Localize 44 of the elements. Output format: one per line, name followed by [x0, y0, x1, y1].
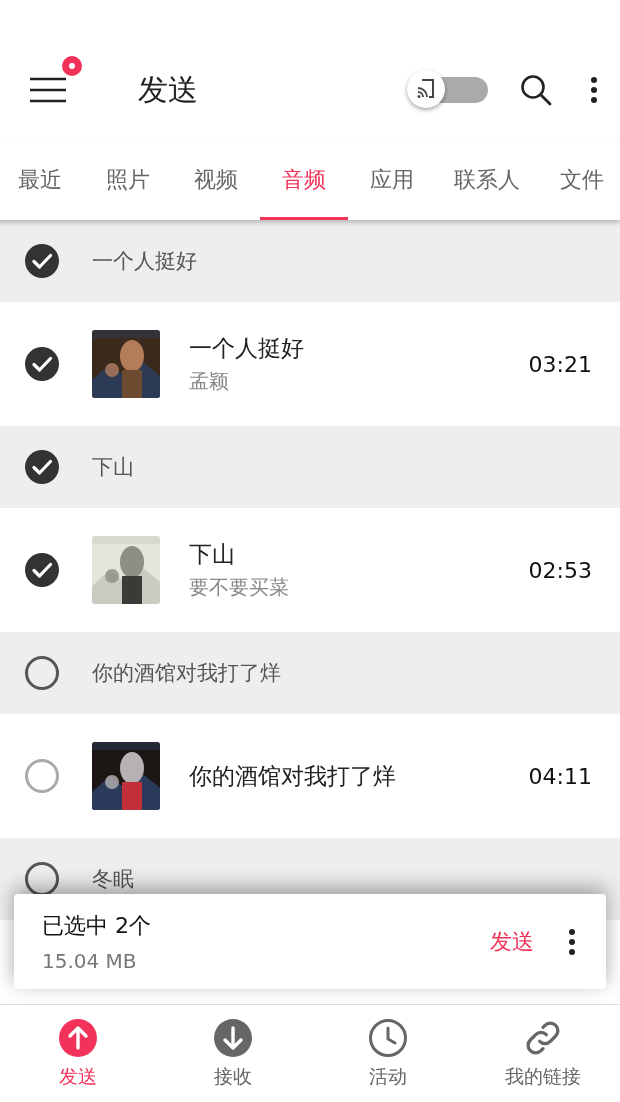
download-icon [212, 1017, 253, 1058]
tab[interactable]: 应用 [348, 140, 436, 220]
group-title: 下山 [92, 454, 134, 481]
group-title: 你的酒馆对我打了烊 [92, 660, 281, 687]
more-icon [568, 927, 576, 956]
clock-icon [367, 1017, 408, 1058]
page-title: 发送 [138, 70, 199, 109]
nav-item[interactable]: 接收 [155, 1005, 310, 1102]
group-title: 一个人挺好 [92, 248, 197, 275]
song-duration: 03:21 [528, 351, 592, 377]
checkbox[interactable] [24, 552, 60, 588]
cast-icon [416, 78, 436, 100]
song-title: 一个人挺好 [189, 334, 305, 363]
upload-icon [57, 1017, 98, 1058]
song-duration: 02:53 [528, 557, 592, 583]
tab[interactable]: 最近 [0, 140, 84, 220]
song-title: 下山 [189, 540, 236, 569]
song-artist: 孟颖 [189, 368, 230, 395]
nav-item[interactable]: 我的链接 [465, 1005, 620, 1102]
more-button[interactable] [590, 76, 598, 104]
song-duration: 04:11 [528, 763, 592, 789]
checkbox[interactable] [24, 243, 60, 279]
song-artist: 要不要买菜 [189, 574, 290, 601]
send-button[interactable]: 发送 [486, 922, 538, 961]
menu-icon [29, 77, 67, 103]
search-icon [520, 74, 552, 106]
checkbox[interactable] [24, 449, 60, 485]
checkbox[interactable] [24, 861, 60, 897]
search-button[interactable] [520, 74, 552, 106]
tab[interactable]: 联系人 [436, 140, 538, 220]
nav-item[interactable]: 活动 [310, 1005, 465, 1102]
tab[interactable]: 文件 [538, 140, 620, 220]
group-title: 冬眠 [92, 866, 134, 893]
checkbox[interactable] [24, 758, 60, 794]
selection-size: 15.04 MB [42, 948, 138, 973]
more-button[interactable] [568, 927, 576, 956]
checkbox[interactable] [24, 655, 60, 691]
more-icon [590, 76, 598, 104]
tab[interactable]: 照片 [84, 140, 172, 220]
nav-item[interactable]: 发送 [0, 1005, 155, 1102]
tab[interactable]: 视频 [172, 140, 260, 220]
checkbox[interactable] [24, 346, 60, 382]
selection-count: 已选中 2个 [42, 911, 152, 940]
song-title: 你的酒馆对我打了烊 [189, 761, 397, 791]
